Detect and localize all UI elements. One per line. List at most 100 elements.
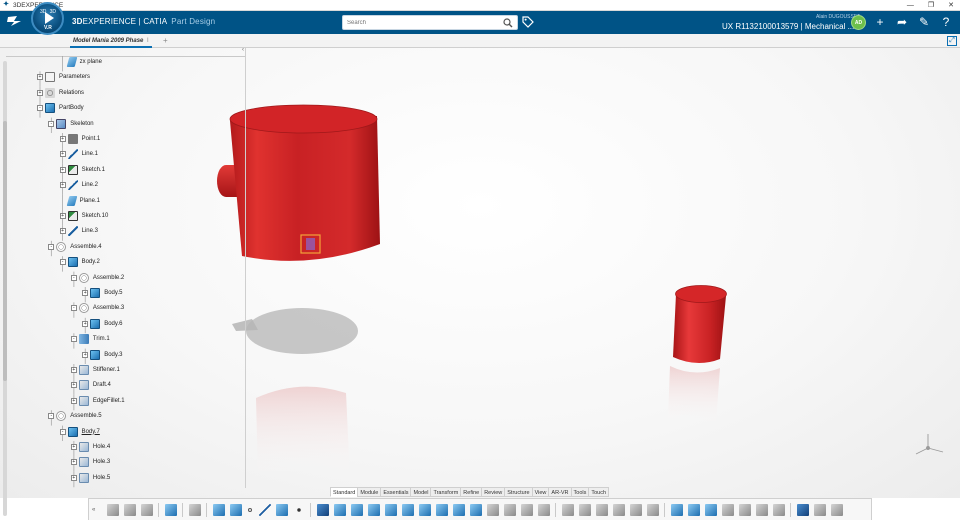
apply-material-icon[interactable] [813,503,826,516]
tree-node[interactable]: + Line.1 [59,148,98,160]
tree-node[interactable]: - Assemble.2 [70,272,124,284]
tree-node[interactable]: - Assemble.4 [48,241,102,253]
collapse-node-icon[interactable]: - [70,274,77,281]
tree-node[interactable]: + Hole.4 [70,441,110,453]
small-cylinder-part[interactable] [668,285,727,428]
action-bar-chevron[interactable]: « [92,507,100,513]
close-icon[interactable]: ✕ [948,0,954,11]
slot-icon[interactable] [418,503,431,516]
command-tab[interactable]: Refine [460,487,483,497]
tab-model-mania[interactable]: Model Mania 2009 Phase I [70,35,152,48]
collapse-node-icon[interactable]: - [48,413,55,420]
collapse-node-icon[interactable]: - [48,120,55,127]
user-avatar[interactable]: AD [851,15,866,30]
expand-node-icon[interactable]: + [70,382,77,389]
compass-widget[interactable]: 3D 3D V.R [31,2,64,35]
collapse-node-icon[interactable]: - [48,243,55,250]
collaborative-space-label[interactable]: UX R1132100013579 | Mechanical ... [722,22,854,31]
split-icon[interactable] [721,503,734,516]
tree-node[interactable]: + Hole.3 [70,456,110,468]
command-tab[interactable]: Transform [430,487,462,497]
expand-node-icon[interactable]: + [59,182,66,189]
expand-node-icon[interactable]: + [59,136,66,142]
pad-icon[interactable] [316,503,329,516]
solid-combine-icon[interactable] [469,503,482,516]
plane-tool-icon[interactable] [275,503,288,516]
edge-fillet-icon[interactable] [486,503,499,516]
pattern-icon[interactable] [595,503,608,516]
collapse-node-icon[interactable]: - [70,336,77,343]
positioned-sketch-icon[interactable] [229,503,242,516]
command-tab[interactable]: Touch [588,487,610,497]
close-surface-icon[interactable] [755,503,768,516]
rotate-icon[interactable] [646,503,659,516]
tree-node[interactable]: + Sketch.1 [59,164,105,176]
tag-icon[interactable] [522,16,534,28]
expand-node-icon[interactable]: + [59,228,66,235]
expand-node-icon[interactable]: + [59,151,66,158]
update-icon[interactable] [188,503,201,516]
shell-icon[interactable] [537,503,550,516]
restore-icon[interactable]: ❐ [928,0,934,11]
tree-node[interactable]: - PartBody [37,102,84,114]
expand-node-icon[interactable]: + [59,166,66,173]
thickness-icon[interactable] [561,503,574,516]
compass-play-icon[interactable] [45,12,54,24]
chamfer-icon[interactable] [503,503,516,516]
collapse-node-icon[interactable]: - [70,305,77,312]
copy-icon[interactable] [123,503,136,516]
command-tab[interactable]: Module [357,487,382,497]
boolean-add-icon[interactable] [670,503,683,516]
tree-node[interactable]: - Assemble.3 [70,302,124,314]
collapse-node-icon[interactable]: - [59,428,66,435]
thick-surface-icon[interactable] [738,503,751,516]
stiffener-icon[interactable] [452,503,465,516]
tree-node[interactable]: - Assemble.5 [48,410,102,422]
share-icon[interactable]: ➦ [894,15,910,30]
expand-node-icon[interactable]: + [82,290,89,296]
command-tab[interactable]: Tools [570,487,590,497]
command-tab[interactable]: Model [410,487,432,497]
tree-node[interactable]: + EdgeFillet.1 [70,395,125,407]
boolean-remove-icon[interactable] [687,503,700,516]
tree-node[interactable]: + Line.3 [59,225,98,237]
undo-icon[interactable] [164,503,177,516]
tree-node[interactable]: + Body.6 [82,318,122,330]
hole-icon[interactable] [384,503,397,516]
tree-node[interactable]: + Stiffener.1 [70,364,120,376]
tree-node[interactable]: Plane.1 [60,195,100,207]
tree-node[interactable]: - Body.2 [59,256,100,268]
mirror-icon[interactable] [612,503,625,516]
tree-node[interactable]: + Parameters [37,71,90,83]
add-icon[interactable]: + [872,15,888,30]
communication-icon[interactable]: ✎ [916,15,932,30]
command-tab[interactable]: Standard [330,487,359,497]
paste-icon[interactable] [140,503,153,516]
collapse-node-icon[interactable]: - [59,259,66,266]
shaft-icon[interactable] [350,503,363,516]
tree-node[interactable]: + Sketch.10 [59,210,108,222]
groove-icon[interactable] [367,503,380,516]
expand-node-icon[interactable]: + [37,89,43,96]
line-tool-icon[interactable] [258,503,271,516]
expand-node-icon[interactable]: + [82,320,89,327]
tree-node[interactable]: + Hole.5 [70,472,110,484]
tree-node[interactable]: + Line.2 [59,179,98,191]
expand-node-icon[interactable]: + [82,351,89,358]
command-tab[interactable]: View [531,487,550,497]
expand-node-icon[interactable]: + [70,367,77,373]
command-tab[interactable]: AR-VR [548,487,572,497]
tree-node[interactable]: + Body.5 [82,287,122,299]
expand-node-icon[interactable]: + [37,74,43,81]
multi-section-icon[interactable] [435,503,448,516]
expand-node-icon[interactable]: + [59,213,66,219]
tree-node[interactable]: + Relations [37,87,84,99]
boolean-intersect-icon[interactable] [704,503,717,516]
search-icon[interactable] [503,18,513,28]
ds-logo-icon[interactable] [6,14,24,32]
expand-node-icon[interactable]: + [70,397,77,404]
pocket-icon[interactable] [333,503,346,516]
render-icon[interactable] [830,503,843,516]
expand-icon[interactable]: ⤢ [947,36,957,46]
collapse-node-icon[interactable]: - [37,105,43,112]
